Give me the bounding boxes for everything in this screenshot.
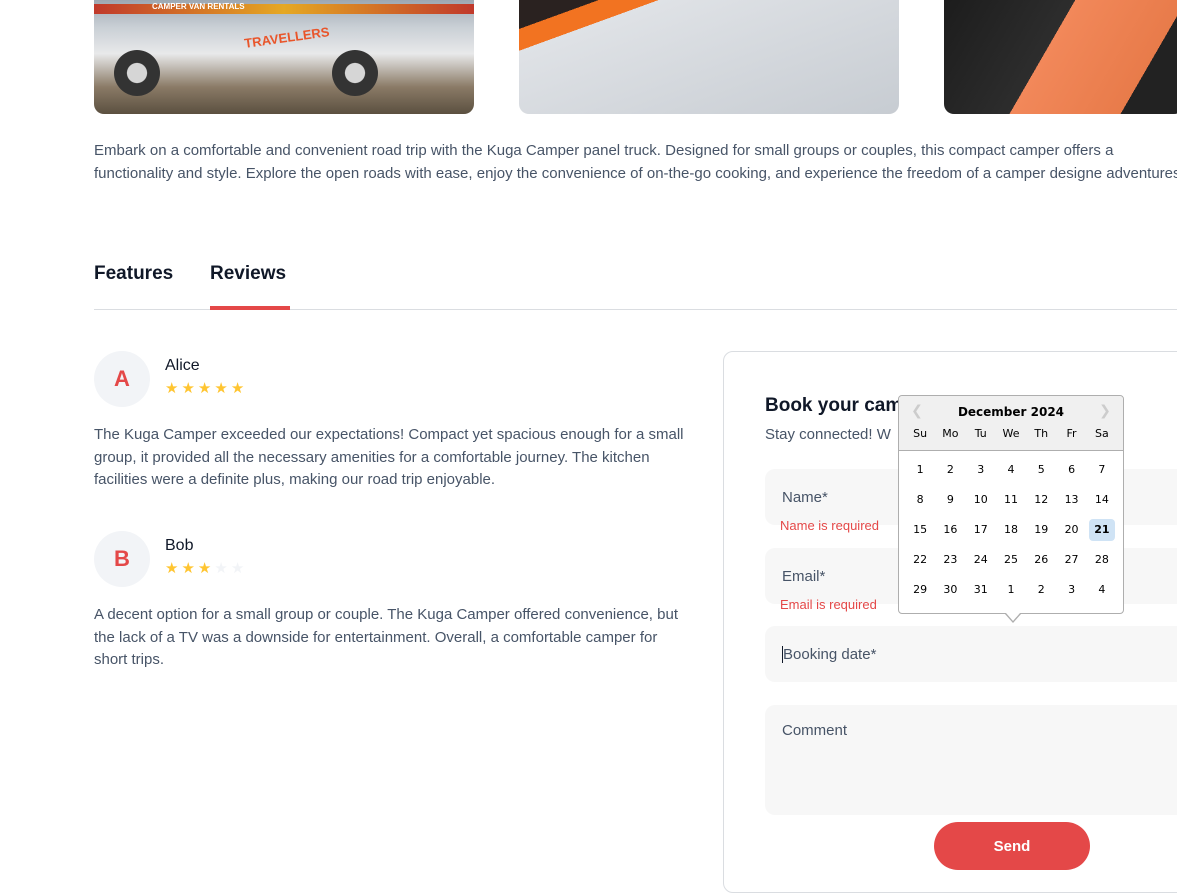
star-icon: ★: [165, 560, 179, 577]
datepicker-day[interactable]: 30: [937, 579, 963, 601]
star-icon: ★: [214, 380, 228, 397]
email-error: Email is required: [780, 597, 877, 612]
datepicker-day[interactable]: 18: [998, 519, 1024, 541]
datepicker-day[interactable]: 9: [937, 489, 963, 511]
datepicker-day[interactable]: 24: [968, 549, 994, 571]
van-wheel: [114, 50, 160, 96]
datepicker-day[interactable]: 16: [937, 519, 963, 541]
datepicker-day[interactable]: 19: [1028, 519, 1054, 541]
van-wheel: [332, 50, 378, 96]
datepicker-day[interactable]: 4: [998, 459, 1024, 481]
star-icon: ★: [181, 380, 195, 397]
datepicker-day[interactable]: 22: [907, 549, 933, 571]
datepicker-day[interactable]: 31: [968, 579, 994, 601]
avatar: B: [94, 531, 150, 587]
weekday-label: We: [1002, 427, 1020, 440]
email-placeholder: Email*: [782, 567, 826, 585]
rating-stars: ★ ★ ★ ★ ★: [165, 561, 244, 577]
reviewer-name: Alice: [165, 357, 200, 374]
weekday-label: Mo: [942, 427, 959, 440]
chevron-right-icon[interactable]: ❯: [1095, 402, 1115, 422]
star-icon: ★: [197, 560, 212, 577]
tab-features[interactable]: Features: [94, 263, 173, 285]
weekday-label: Th: [1034, 427, 1049, 440]
datepicker-day[interactable]: 13: [1058, 489, 1084, 511]
datepicker-day[interactable]: 28: [1089, 549, 1115, 571]
name-placeholder: Name*: [782, 488, 828, 506]
datepicker-day[interactable]: 11: [998, 489, 1024, 511]
datepicker-day[interactable]: 1: [907, 459, 933, 481]
datepicker-day[interactable]: 3: [1058, 579, 1084, 601]
datepicker-day[interactable]: 21: [1088, 519, 1115, 541]
datepicker-popup: ❮ December 2024 ❯ Su Mo Tu We Th Fr Sa 1234567…: [898, 395, 1124, 623]
datepicker-header: ❮ December 2024 ❯ Su Mo Tu We Th Fr Sa: [899, 396, 1123, 451]
details-tabs: Features Reviews: [94, 263, 1177, 310]
datepicker-day[interactable]: 2: [937, 459, 963, 481]
camper-description: Embark on a comfortable and convenient r…: [94, 142, 1177, 182]
star-icon: ★: [197, 380, 212, 397]
reviewer-name: Bob: [165, 537, 194, 554]
active-tab-indicator: [210, 306, 290, 310]
comment-field[interactable]: Comment: [765, 705, 1177, 815]
datepicker-day[interactable]: 25: [998, 549, 1024, 571]
avatar: A: [94, 351, 150, 407]
van-stripe: [94, 4, 474, 14]
star-icon: ★: [214, 560, 228, 577]
datepicker-day[interactable]: 14: [1089, 489, 1115, 511]
datepicker-day[interactable]: 29: [907, 579, 933, 601]
datepicker-day[interactable]: 6: [1058, 459, 1084, 481]
datepicker-day[interactable]: 15: [907, 519, 933, 541]
datepicker-day[interactable]: 23: [937, 549, 963, 571]
datepicker-day[interactable]: 2: [1028, 579, 1054, 601]
van-logo-text: TRAVELLERS: [243, 24, 331, 51]
datepicker-day[interactable]: 5: [1028, 459, 1054, 481]
datepicker-day[interactable]: 20: [1058, 519, 1084, 541]
name-error: Name is required: [780, 518, 879, 533]
form-subtitle: Stay connected! W: [765, 426, 891, 443]
van-banner-text: CAMPER VAN RENTALS: [152, 2, 245, 11]
camper-photo-exterior: CAMPER VAN RENTALS TRAVELLERS: [94, 0, 474, 114]
camper-photo-interior: [944, 0, 1177, 114]
rating-stars: ★ ★ ★ ★ ★: [165, 381, 244, 397]
star-icon: ★: [230, 560, 245, 577]
booking-date-placeholder: Booking date*: [783, 645, 877, 663]
datepicker-month-label: December 2024: [957, 405, 1065, 419]
star-icon: ★: [165, 380, 179, 397]
weekday-label: Fr: [1066, 427, 1077, 440]
star-icon: ★: [230, 380, 245, 397]
booking-date-field[interactable]: Booking date*: [765, 626, 1177, 682]
weekday-label: Tu: [974, 427, 987, 440]
datepicker-day[interactable]: 27: [1058, 549, 1084, 571]
datepicker-days: 1 2 3 4 5 6 7 8 9 10 11 12 13 14 15 16 17 18 19 20 21 22 23 24 2…: [905, 459, 1117, 601]
star-icon: ★: [181, 560, 195, 577]
datepicker-day[interactable]: 3: [968, 459, 994, 481]
weekday-label: Sa: [1094, 427, 1109, 440]
form-title: Book your cam: [765, 395, 903, 416]
datepicker-day[interactable]: 1: [998, 579, 1024, 601]
datepicker-weekdays: Su Mo Tu We Th Fr Sa: [905, 427, 1117, 440]
datepicker-day[interactable]: 8: [907, 489, 933, 511]
tab-reviews[interactable]: Reviews: [210, 263, 286, 285]
datepicker-day[interactable]: 7: [1089, 459, 1115, 481]
datepicker-pointer: [1005, 613, 1021, 623]
datepicker-day[interactable]: 26: [1028, 549, 1054, 571]
datepicker-day[interactable]: 17: [968, 519, 994, 541]
comment-placeholder: Comment: [782, 722, 848, 739]
datepicker-day[interactable]: 10: [968, 489, 994, 511]
datepicker-day[interactable]: 4: [1089, 579, 1115, 601]
datepicker-day[interactable]: 12: [1028, 489, 1054, 511]
weekday-label: Su: [913, 427, 928, 440]
camper-photo-kitchen: [519, 0, 899, 114]
review-text: A decent option for a small group or cou…: [94, 606, 678, 668]
review-text: The Kuga Camper exceeded our expectation…: [94, 426, 684, 488]
